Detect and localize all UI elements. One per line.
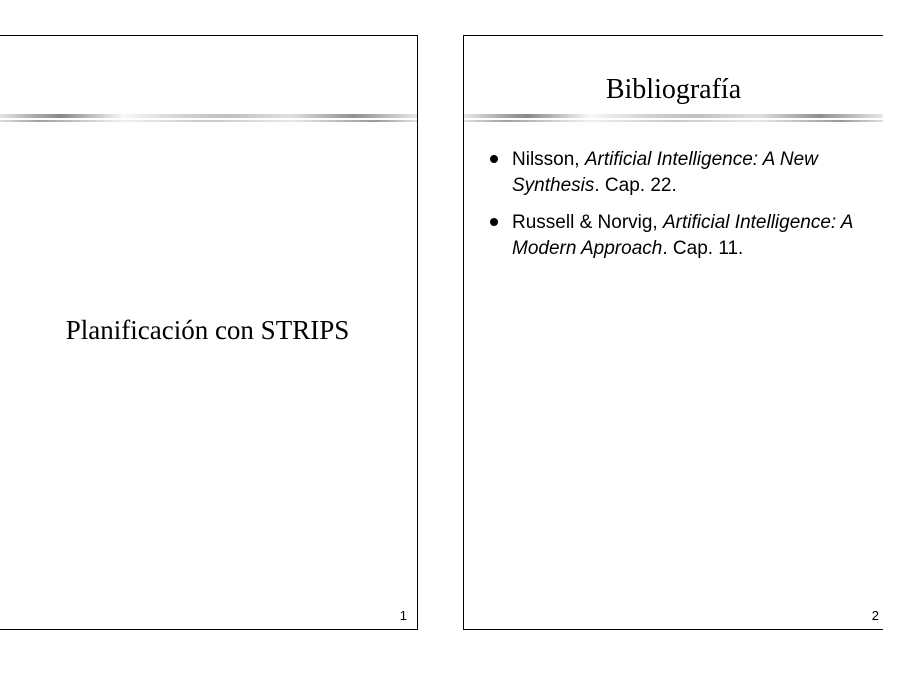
slide-1-title: Planificación con STRIPS	[66, 315, 349, 346]
author-text: Russell & Norvig,	[512, 212, 663, 233]
slides-container: Planificación con STRIPS 1 Bibliografía …	[0, 0, 906, 630]
slide-1-header	[0, 36, 417, 114]
divider-line	[0, 114, 417, 122]
bibliography-item: Nilsson, Artificial Intelligence: A New …	[484, 147, 863, 198]
page-number-2: 2	[872, 608, 879, 623]
title-wrapper: Planificación con STRIPS	[18, 142, 397, 619]
bibliography-item: Russell & Norvig, Artificial Intelligenc…	[484, 210, 863, 261]
bibliography-list: Nilsson, Artificial Intelligence: A New …	[484, 147, 863, 262]
slide-1-body: Planificación con STRIPS	[0, 132, 417, 629]
slide-2: Bibliografía Nilsson, Artificial Intelli…	[463, 35, 883, 630]
author-text: Nilsson,	[512, 149, 585, 170]
slide-2-body: Nilsson, Artificial Intelligence: A New …	[464, 132, 883, 629]
slide-2-header: Bibliografía	[464, 36, 883, 114]
page-number-1: 1	[400, 608, 407, 623]
chapter-text: . Cap. 22.	[594, 175, 676, 196]
chapter-text: . Cap. 11.	[662, 238, 743, 259]
divider-line	[464, 114, 883, 122]
slide-2-title: Bibliografía	[606, 74, 741, 106]
slide-1: Planificación con STRIPS 1	[0, 35, 418, 630]
